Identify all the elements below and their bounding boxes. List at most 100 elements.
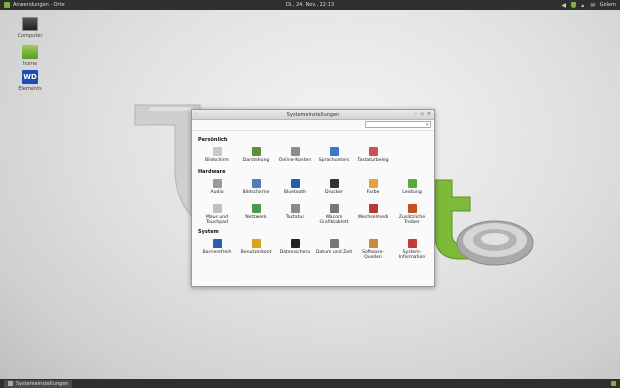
settings-item-label: Netzwerk (245, 215, 267, 220)
settings-item[interactable]: Software-Quellen (354, 237, 392, 260)
keyboard-layout-icon (368, 147, 378, 156)
settings-item-label: Sprachunters (318, 158, 350, 163)
settings-item[interactable]: Datensicheru (276, 237, 314, 259)
taskbar-button-systemeinstellungen[interactable]: Systemeinstellungen (4, 379, 73, 388)
desktop-icon-label: Computer (17, 33, 43, 39)
settings-item-label: Datensicheru (279, 250, 311, 255)
settings-item[interactable]: Maus und Touchpad (198, 202, 236, 227)
settings-item[interactable]: Zusätzliche Treiber (393, 202, 431, 227)
language-icon (329, 147, 339, 156)
minimize-icon[interactable]: – (415, 111, 418, 117)
settings-item-label: Bildschirme (242, 190, 270, 195)
user-menu[interactable]: Golem (600, 2, 616, 8)
settings-item[interactable]: Farbe (354, 177, 392, 202)
settings-item[interactable]: Online-Konten (276, 145, 314, 167)
settings-item-label: Farbe (366, 190, 380, 195)
settings-item[interactable]: Leistung (393, 177, 431, 202)
settings-item-label: Wechselmedi (357, 215, 389, 220)
bluetooth-icon (290, 179, 300, 188)
settings-item-label: Tastaturbeleg (357, 158, 389, 163)
network-icon (251, 204, 261, 213)
settings-item-label: System-Information (398, 250, 426, 260)
desktop-icon-label: Elements (18, 86, 42, 92)
mint-menu-icon[interactable] (4, 2, 10, 8)
settings-item[interactable]: Netzwerk (237, 202, 275, 227)
settings-item[interactable]: Bildschirme (237, 177, 275, 202)
settings-item-label: Software-Quellen (362, 250, 384, 260)
window-title: Systemeinstellungen (286, 111, 340, 118)
taskbar-button-label: Systemeinstellungen (16, 380, 69, 387)
settings-item[interactable]: System-Information (393, 237, 431, 260)
settings-item[interactable]: Datum und Zeit (315, 237, 353, 259)
drivers-icon (407, 204, 417, 213)
settings-item-label: Benutzerkont (240, 250, 272, 255)
mail-icon[interactable]: ✉ (590, 2, 596, 9)
settings-item[interactable]: Benutzerkont (237, 237, 275, 259)
settings-item-label: Maus und Touchpad (205, 215, 229, 225)
network-icon[interactable]: ▴ (580, 2, 586, 9)
printer-icon (329, 179, 339, 188)
settings-task-icon (8, 381, 13, 386)
displays-icon (251, 179, 261, 188)
maximize-icon[interactable]: ▫ (420, 111, 423, 117)
settings-item[interactable]: Barrierefreih (198, 237, 236, 259)
volume-icon[interactable]: ◀ (561, 2, 567, 9)
search-icon[interactable]: ⌕ (426, 121, 429, 128)
show-desktop-button[interactable] (611, 381, 616, 386)
settings-grid: Audio Bildschirme Bluetooth Drucker Farbe Lei… (198, 177, 428, 227)
lock-screen-icon (212, 147, 222, 156)
settings-item[interactable]: Tastatur (276, 202, 314, 227)
removable-media-icon (368, 204, 378, 213)
settings-item[interactable]: Wechselmedi (354, 202, 392, 227)
desktop-icon-home[interactable]: home (12, 45, 48, 67)
settings-item[interactable]: Wacom Grafiktablett (315, 202, 353, 227)
audio-icon (212, 179, 222, 188)
settings-item[interactable]: Audio (198, 177, 236, 202)
settings-item[interactable]: Sprachunters (315, 145, 353, 167)
update-shield-icon[interactable] (570, 2, 576, 8)
clock[interactable]: Di., 24. Nov., 22:13 (0, 2, 620, 8)
settings-grid: Bildschirm Darstellung Online-Konten Sprach… (198, 145, 428, 167)
system-info-icon (407, 239, 417, 248)
system-settings-window: ◦ Systemeinstellungen – ▫ × ⌕ Persönlich… (191, 109, 435, 287)
bottom-panel: Systemeinstellungen (0, 379, 620, 388)
settings-item-label: Wacom Grafiktablett (319, 215, 349, 225)
clock-icon (329, 239, 339, 248)
settings-item[interactable]: Bildschirm (198, 145, 236, 167)
settings-item-label: Drucker (324, 190, 344, 195)
settings-item[interactable]: Tastaturbeleg (354, 145, 392, 167)
home-folder-icon (22, 45, 38, 59)
settings-item-label: Datum und Zeit (315, 250, 353, 255)
keyboard-icon (290, 204, 300, 213)
section-title: Persönlich (198, 137, 228, 143)
desktop-icon-elements[interactable]: WD Elements (12, 70, 48, 92)
settings-item[interactable]: Drucker (315, 177, 353, 202)
search-input[interactable] (365, 121, 431, 128)
settings-item[interactable]: Bluetooth (276, 177, 314, 202)
settings-item-label: Online-Konten (278, 158, 312, 163)
computer-icon (22, 17, 38, 31)
backup-icon (290, 239, 300, 248)
settings-item-label: Audio (210, 190, 224, 195)
close-icon[interactable]: × (427, 111, 431, 117)
desktop-icon-computer[interactable]: Computer (12, 17, 48, 39)
settings-item-label: Zusätzliche Treiber (398, 215, 426, 225)
applications-menu[interactable]: Anwendungen · Orte (13, 2, 65, 8)
wd-drive-icon: WD (22, 70, 38, 84)
desktop-icon-label: home (22, 61, 38, 67)
appearance-icon (251, 147, 261, 156)
color-icon (368, 179, 378, 188)
settings-item-label: Darstellung (242, 158, 270, 163)
settings-grid: Barrierefreih Benutzerkont Datensicheru Dat… (198, 237, 431, 260)
wacom-icon (329, 204, 339, 213)
top-panel: Anwendungen · Orte Di., 24. Nov., 22:13 … (0, 0, 620, 10)
online-accounts-icon (290, 147, 300, 156)
window-titlebar[interactable]: ◦ Systemeinstellungen – ▫ × (192, 110, 434, 120)
user-accounts-icon (251, 239, 261, 248)
section-title: Hardware (198, 169, 226, 175)
window-menu-icon[interactable]: ◦ (195, 111, 198, 117)
settings-item[interactable]: Darstellung (237, 145, 275, 167)
settings-item-label: Leistung (402, 190, 422, 195)
accessibility-icon (212, 239, 222, 248)
settings-item-label: Bildschirm (204, 158, 229, 163)
